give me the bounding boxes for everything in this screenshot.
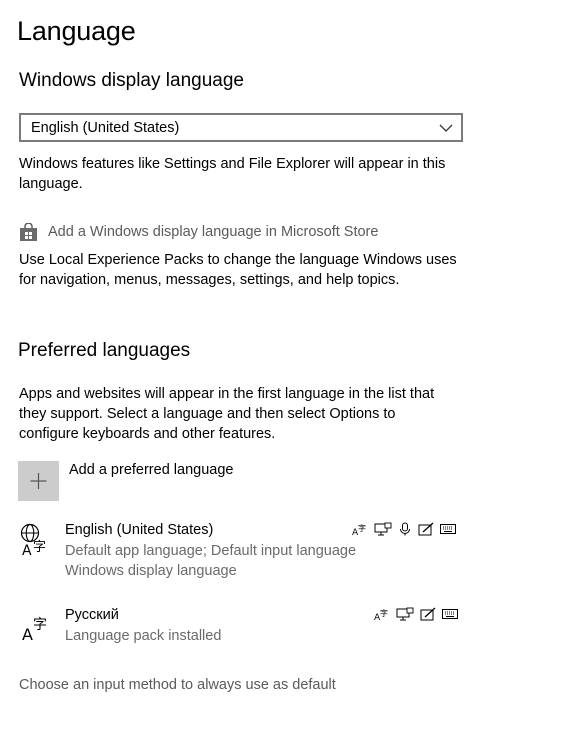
dropdown-value: English (United States) [31,120,180,136]
language-status: Windows display language [65,563,237,579]
preferred-description: Apps and websites will appear in the fir… [19,384,479,444]
keyboard-icon [442,609,458,619]
plus-icon [30,473,47,489]
display-language-icon [396,607,414,621]
display-language-icon [374,522,392,536]
language-item-russian[interactable]: A 字 Русский Language pack installed A 字 [19,607,469,649]
input-method-link[interactable]: Choose an input method to always use as … [19,677,336,693]
handwriting-icon [418,522,434,536]
language-item-english[interactable]: A 字 English (United States) Default app … [19,522,469,584]
language-name: Русский [65,607,119,623]
speech-icon [400,522,410,536]
handwriting-icon [420,607,436,621]
description-line: for navigation, menus, messages, setting… [19,272,400,288]
add-preferred-language-label: Add a preferred language [69,462,234,478]
svg-text:字: 字 [380,608,388,618]
description-line: configure keyboards and other features. [19,426,276,442]
store-link-label: Add a Windows display language in Micros… [48,224,379,240]
description-line: language. [19,176,83,192]
display-language-dropdown[interactable]: English (United States) [19,113,463,142]
description-line: Use Local Experience Packs to change the… [19,252,457,268]
language-globe-icon: A 字 [20,523,46,558]
feature-icons: A 字 [352,522,456,536]
language-pack-icon: A 字 [352,523,366,536]
description-line: Windows features like Settings and File … [19,156,446,172]
feature-icons: A 字 [374,607,458,621]
language-status: Default app language; Default input lang… [65,543,357,559]
svg-text:字: 字 [358,523,366,533]
page-title: Language [17,16,136,46]
svg-text:A: A [22,625,33,643]
keyboard-icon [440,524,456,534]
language-status: Language pack installed [65,628,222,644]
plus-tile [18,461,59,501]
svg-text:字: 字 [33,540,46,555]
description-line: they support. Select a language and then… [19,406,396,422]
svg-text:A: A [22,543,32,558]
lep-description: Use Local Experience Packs to change the… [19,250,479,290]
store-link[interactable]: Add a Windows display language in Micros… [19,221,378,243]
chevron-down-icon [439,124,453,132]
language-pack-icon: A 字 [374,608,388,621]
svg-text:字: 字 [33,617,47,633]
display-language-description: Windows features like Settings and File … [19,154,479,194]
store-bag-icon [20,222,37,241]
language-name: English (United States) [65,522,214,538]
display-language-heading: Windows display language [19,70,244,91]
preferred-languages-heading: Preferred languages [18,340,191,361]
language-icon: A 字 [22,617,47,643]
description-line: Apps and websites will appear in the fir… [19,386,435,402]
